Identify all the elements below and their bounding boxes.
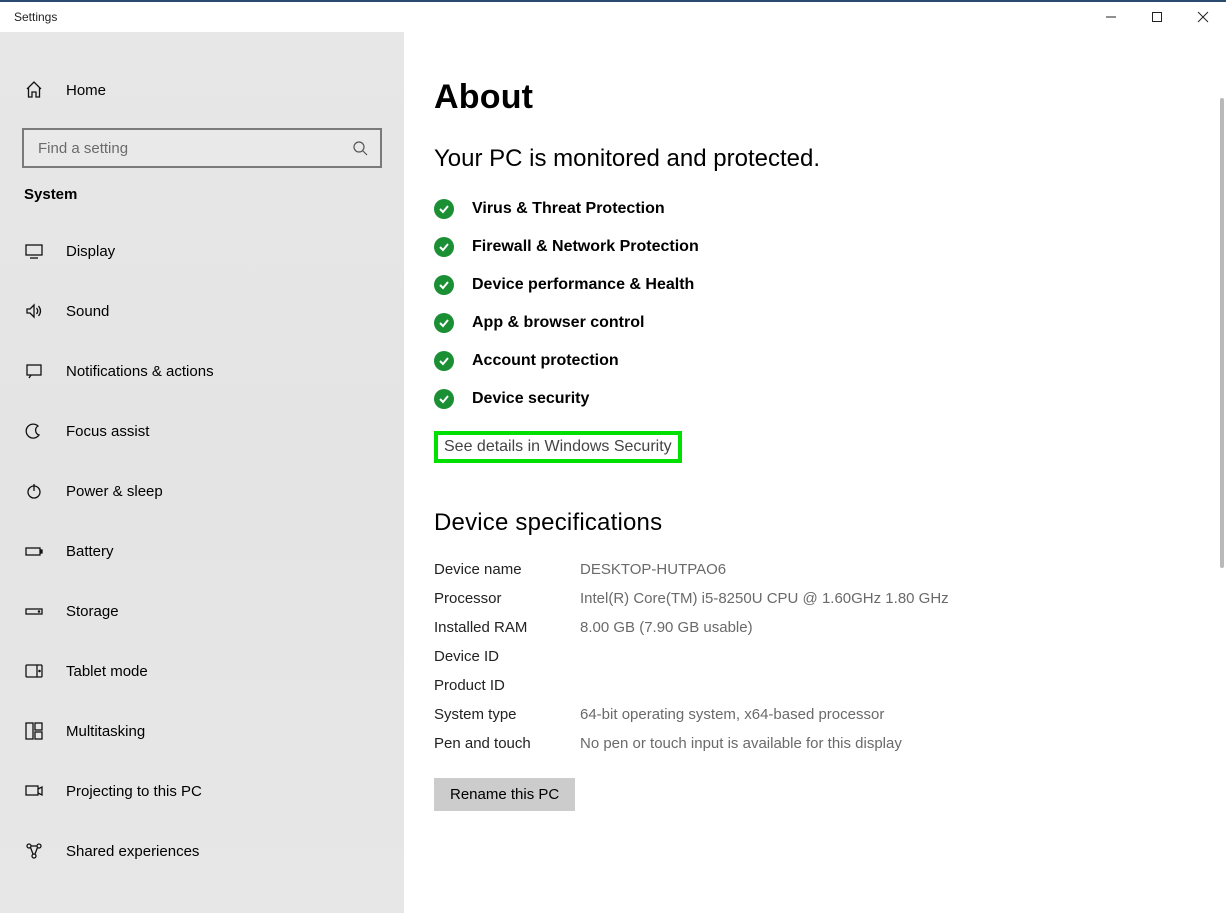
search-container xyxy=(22,128,382,168)
window-body: Home System Display Sound xyxy=(0,32,1226,913)
search-icon xyxy=(350,138,370,158)
title-bar: Settings xyxy=(0,2,1226,32)
power-icon xyxy=(24,481,44,501)
sound-icon xyxy=(24,301,44,321)
multitasking-icon xyxy=(24,721,44,741)
sidebar-item-label: Focus assist xyxy=(66,423,149,440)
status-row: Virus & Threat Protection xyxy=(434,199,1226,219)
status-row: Device performance & Health xyxy=(434,275,1226,295)
spec-value xyxy=(580,648,1226,665)
windows-security-link[interactable]: See details in Windows Security xyxy=(434,431,682,463)
status-label: Firewall & Network Protection xyxy=(472,238,699,256)
status-label: Device security xyxy=(472,390,589,408)
spec-label: System type xyxy=(434,706,580,723)
close-icon xyxy=(1197,11,1209,23)
display-icon xyxy=(24,241,44,261)
sidebar-item-focus-assist[interactable]: Focus assist xyxy=(0,409,404,453)
projecting-icon xyxy=(24,781,44,801)
sidebar-item-notifications[interactable]: Notifications & actions xyxy=(0,349,404,393)
sidebar-item-label: Notifications & actions xyxy=(66,363,214,380)
nav-home-label: Home xyxy=(66,82,106,99)
sidebar-item-label: Display xyxy=(66,243,115,260)
scrollbar-thumb[interactable] xyxy=(1220,98,1224,568)
sidebar-item-tablet-mode[interactable]: Tablet mode xyxy=(0,649,404,693)
status-label: Device performance & Health xyxy=(472,276,694,294)
sidebar-item-display[interactable]: Display xyxy=(0,229,404,273)
spec-value: 64-bit operating system, x64-based proce… xyxy=(580,706,1226,723)
check-icon xyxy=(434,313,454,333)
maximize-button[interactable] xyxy=(1134,2,1180,32)
shared-icon xyxy=(24,841,44,861)
home-icon xyxy=(24,80,44,100)
sidebar-item-power-sleep[interactable]: Power & sleep xyxy=(0,469,404,513)
sidebar-item-battery[interactable]: Battery xyxy=(0,529,404,573)
sidebar: Home System Display Sound xyxy=(0,32,404,913)
search-input[interactable] xyxy=(36,139,350,158)
check-icon xyxy=(434,237,454,257)
sidebar-item-label: Power & sleep xyxy=(66,483,163,500)
spec-value: DESKTOP-HUTPAO6 xyxy=(580,561,1226,578)
search-box[interactable] xyxy=(22,128,382,168)
status-label: Virus & Threat Protection xyxy=(472,200,665,218)
battery-icon xyxy=(24,541,44,561)
nav-home[interactable]: Home xyxy=(0,66,404,114)
status-row: Firewall & Network Protection xyxy=(434,237,1226,257)
tablet-icon xyxy=(24,661,44,681)
focus-assist-icon xyxy=(24,421,44,441)
status-label: App & browser control xyxy=(472,314,644,332)
sidebar-section-label: System xyxy=(0,186,404,209)
device-specs-heading: Device specifications xyxy=(434,509,1226,537)
check-icon xyxy=(434,199,454,219)
spec-label: Product ID xyxy=(434,677,580,694)
page-subtitle: Your PC is monitored and protected. xyxy=(434,145,1226,173)
check-icon xyxy=(434,351,454,371)
maximize-icon xyxy=(1151,11,1163,23)
sidebar-item-label: Tablet mode xyxy=(66,663,148,680)
sidebar-item-sound[interactable]: Sound xyxy=(0,289,404,333)
spec-value: 8.00 GB (7.90 GB usable) xyxy=(580,619,1226,636)
page-title: About xyxy=(434,78,1226,117)
status-label: Account protection xyxy=(472,352,619,370)
minimize-button[interactable] xyxy=(1088,2,1134,32)
sidebar-item-label: Storage xyxy=(66,603,119,620)
sidebar-item-label: Multitasking xyxy=(66,723,145,740)
spec-label: Installed RAM xyxy=(434,619,580,636)
sidebar-item-multitasking[interactable]: Multitasking xyxy=(0,709,404,753)
sidebar-item-label: Battery xyxy=(66,543,114,560)
close-button[interactable] xyxy=(1180,2,1226,32)
rename-pc-button[interactable]: Rename this PC xyxy=(434,778,575,811)
sidebar-item-label: Shared experiences xyxy=(66,843,199,860)
spec-value: No pen or touch input is available for t… xyxy=(580,735,1226,752)
sidebar-item-label: Projecting to this PC xyxy=(66,783,202,800)
spec-label: Pen and touch xyxy=(434,735,580,752)
device-specs-table: Device name DESKTOP-HUTPAO6 Processor In… xyxy=(434,561,1226,752)
sidebar-nav-list: Display Sound Notifications & actions Fo… xyxy=(0,229,404,873)
main-pane: About Your PC is monitored and protected… xyxy=(404,32,1226,913)
storage-icon xyxy=(24,601,44,621)
spec-value: Intel(R) Core(TM) i5-8250U CPU @ 1.60GHz… xyxy=(580,590,1226,607)
window-controls xyxy=(1088,2,1226,32)
content: About Your PC is monitored and protected… xyxy=(404,32,1226,811)
spec-label: Device ID xyxy=(434,648,580,665)
status-row: Device security xyxy=(434,389,1226,409)
minimize-icon xyxy=(1105,11,1117,23)
spec-label: Device name xyxy=(434,561,580,578)
window-title: Settings xyxy=(0,10,57,24)
sidebar-item-storage[interactable]: Storage xyxy=(0,589,404,633)
sidebar-item-shared-experiences[interactable]: Shared experiences xyxy=(0,829,404,873)
status-row: Account protection xyxy=(434,351,1226,371)
spec-label: Processor xyxy=(434,590,580,607)
notifications-icon xyxy=(24,361,44,381)
sidebar-item-label: Sound xyxy=(66,303,109,320)
status-row: App & browser control xyxy=(434,313,1226,333)
main-scroll: About Your PC is monitored and protected… xyxy=(404,32,1226,913)
settings-window: Settings Home xyxy=(0,0,1226,913)
security-status-list: Virus & Threat Protection Firewall & Net… xyxy=(434,199,1226,409)
check-icon xyxy=(434,275,454,295)
spec-value xyxy=(580,677,1226,694)
check-icon xyxy=(434,389,454,409)
sidebar-item-projecting[interactable]: Projecting to this PC xyxy=(0,769,404,813)
